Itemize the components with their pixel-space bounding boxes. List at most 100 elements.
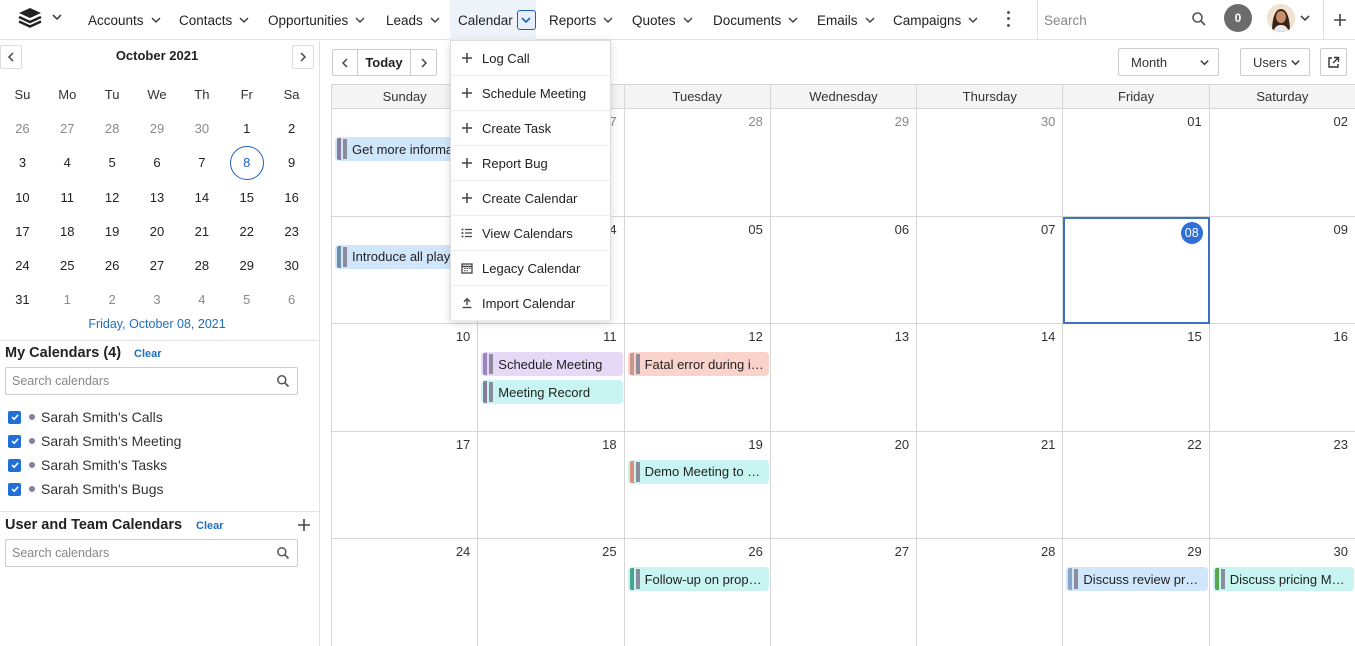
mini-cal-day[interactable]: 16	[269, 190, 314, 205]
view-select[interactable]: Month	[1118, 48, 1219, 76]
nav-leads[interactable]: Leads	[386, 0, 441, 40]
day-cell[interactable]: 28	[624, 109, 771, 217]
nav-contacts[interactable]: Contacts	[179, 0, 250, 40]
mini-cal-day[interactable]: 5	[90, 155, 135, 170]
mini-cal-day[interactable]: 29	[135, 121, 180, 136]
mini-cal-day[interactable]: 3	[135, 292, 180, 307]
today-button[interactable]: Today	[357, 49, 411, 76]
nav-emails[interactable]: Emails	[817, 0, 876, 40]
checkbox[interactable]	[8, 458, 21, 472]
day-cell[interactable]: 29	[770, 109, 918, 217]
nav-quotes[interactable]: Quotes	[632, 0, 694, 40]
day-cell[interactable]: 27	[770, 539, 918, 646]
calendar-event[interactable]: Schedule Meeting	[481, 352, 623, 377]
mini-cal-day[interactable]: 30	[179, 121, 224, 136]
calendar-item-calls[interactable]: Sarah Smith's Calls	[8, 408, 163, 426]
day-cell[interactable]: 30	[1209, 539, 1355, 646]
nav-documents[interactable]: Documents	[713, 0, 799, 40]
my-calendars-clear-link[interactable]: Clear	[134, 348, 162, 360]
day-cell[interactable]: 21	[917, 431, 1064, 540]
mini-cal-day[interactable]: 7	[179, 155, 224, 170]
mini-cal-day[interactable]: 4	[45, 155, 90, 170]
selected-date-link[interactable]: Friday, October 08, 2021	[0, 317, 314, 331]
mini-cal-day[interactable]: 6	[135, 155, 180, 170]
day-cell[interactable]: 15	[1063, 324, 1210, 432]
calendar-menu-item[interactable]: Report Bug	[451, 146, 610, 181]
mini-cal-day[interactable]: 22	[224, 224, 269, 239]
day-cell[interactable]: 05	[624, 216, 771, 325]
nav-accounts[interactable]: Accounts	[88, 0, 162, 40]
day-cell[interactable]: 02	[1209, 109, 1355, 217]
search-icon[interactable]	[276, 374, 290, 388]
day-cell[interactable]: 11	[478, 324, 625, 432]
mini-cal-day[interactable]: 18	[45, 224, 90, 239]
calendar-item-tasks[interactable]: Sarah Smith's Tasks	[8, 456, 167, 474]
search-icon[interactable]	[276, 546, 290, 560]
global-search-input[interactable]	[1044, 10, 1184, 30]
nav-reports[interactable]: Reports	[549, 0, 614, 40]
calendar-menu-toggle[interactable]	[516, 10, 536, 30]
calendar-menu-item[interactable]: Import Calendar	[451, 286, 610, 321]
day-cell[interactable]: 28	[917, 539, 1064, 646]
add-team-calendar-button[interactable]	[296, 517, 312, 533]
users-select[interactable]: Users	[1240, 48, 1310, 76]
day-cell[interactable]: 12	[624, 324, 771, 432]
mini-cal-day[interactable]: 5	[224, 292, 269, 307]
mini-cal-day[interactable]: 28	[179, 258, 224, 273]
day-cell[interactable]: 13	[770, 324, 918, 432]
mini-cal-day[interactable]: 6	[269, 292, 314, 307]
chevron-down-icon[interactable]	[50, 10, 64, 24]
checkbox[interactable]	[8, 410, 21, 424]
mini-cal-day[interactable]: 29	[224, 258, 269, 273]
team-calendars-search-input[interactable]	[12, 545, 262, 561]
mini-cal-day[interactable]: 15	[224, 190, 269, 205]
mini-cal-day[interactable]: 27	[45, 121, 90, 136]
checkbox[interactable]	[8, 434, 21, 448]
day-cell[interactable]: 20	[770, 431, 918, 540]
calendar-event[interactable]: Discuss review process	[1066, 567, 1208, 592]
day-cell[interactable]: 07	[917, 216, 1064, 325]
prev-month-button[interactable]	[332, 49, 358, 76]
team-calendars-clear-link[interactable]: Clear	[196, 520, 224, 532]
calendar-menu-item[interactable]: Legacy Calendar	[451, 251, 610, 286]
calendar-item-meeting[interactable]: Sarah Smith's Meeting	[8, 432, 181, 450]
my-calendars-search-input[interactable]	[12, 373, 262, 389]
mini-cal-day[interactable]: 26	[0, 121, 45, 136]
mini-cal-day[interactable]: 30	[269, 258, 314, 273]
calendar-menu-item[interactable]: Create Task	[451, 111, 610, 146]
mini-cal-day[interactable]: 2	[269, 121, 314, 136]
nav-opportunities[interactable]: Opportunities	[268, 0, 366, 40]
day-cell[interactable]: 25	[478, 539, 625, 646]
day-cell[interactable]: 23	[1209, 431, 1355, 540]
mini-cal-next-button[interactable]	[292, 45, 314, 69]
next-month-button[interactable]	[410, 49, 437, 76]
calendar-event[interactable]: Fatal error during installation	[627, 352, 769, 377]
calendar-item-bugs[interactable]: Sarah Smith's Bugs	[8, 480, 164, 498]
quick-create-button[interactable]	[1323, 0, 1355, 40]
search-icon[interactable]	[1191, 11, 1207, 27]
export-button[interactable]	[1320, 48, 1347, 76]
day-cell[interactable]: 29	[1063, 539, 1210, 646]
mini-cal-day[interactable]: 3	[0, 155, 45, 170]
day-cell[interactable]: 09	[1209, 216, 1355, 325]
mini-cal-day[interactable]: 17	[0, 224, 45, 239]
day-cell[interactable]: 10	[332, 324, 479, 432]
mini-cal-day[interactable]: 28	[90, 121, 135, 136]
mini-cal-day[interactable]: 11	[45, 190, 90, 205]
day-cell[interactable]: 16	[1209, 324, 1355, 432]
mini-cal-day[interactable]: 9	[269, 155, 314, 170]
calendar-menu-item[interactable]: Log Call	[451, 41, 610, 76]
mini-cal-day[interactable]: 14	[179, 190, 224, 205]
mini-cal-day[interactable]: 31	[0, 292, 45, 307]
mini-cal-day[interactable]: 2	[90, 292, 135, 307]
mini-cal-day[interactable]: 25	[45, 258, 90, 273]
day-cell[interactable]: 06	[770, 216, 918, 325]
day-cell[interactable]: 24	[332, 539, 479, 646]
day-cell[interactable]: 18	[478, 431, 625, 540]
day-cell[interactable]: 30	[917, 109, 1064, 217]
day-cell[interactable]: 26	[624, 539, 771, 646]
mini-cal-day[interactable]: 24	[0, 258, 45, 273]
mini-cal-day[interactable]: 23	[269, 224, 314, 239]
mini-cal-day[interactable]: 12	[90, 190, 135, 205]
day-cell[interactable]: 22	[1063, 431, 1210, 540]
